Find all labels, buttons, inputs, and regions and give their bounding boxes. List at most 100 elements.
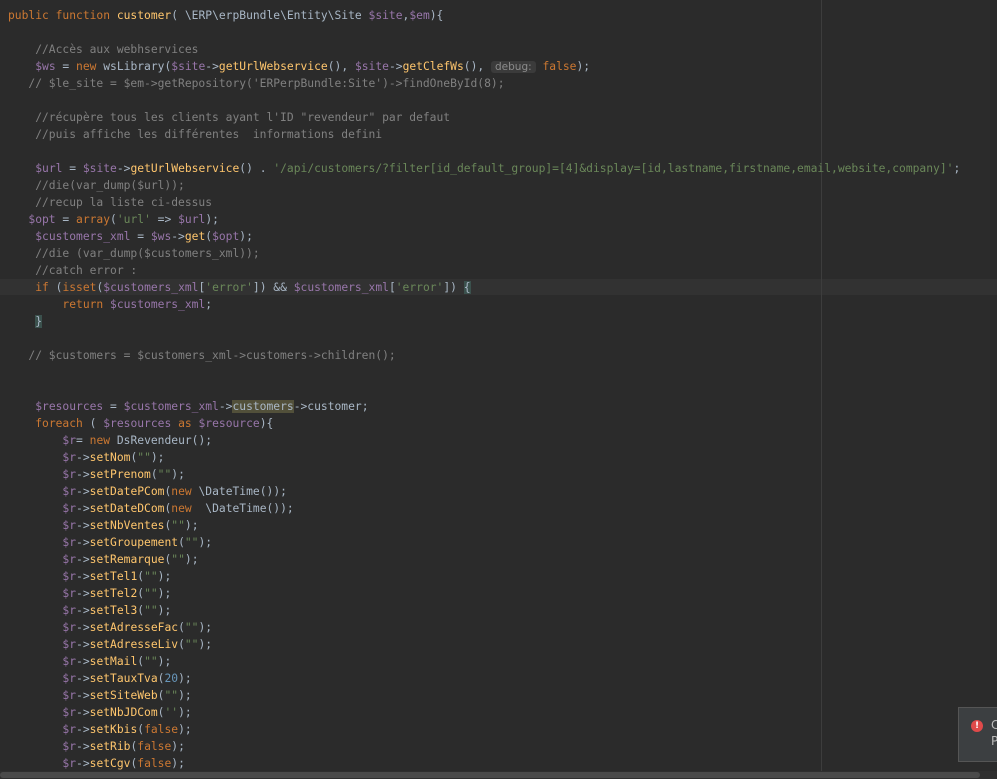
code-token: $site (354, 60, 389, 73)
code-token: $r (62, 689, 77, 702)
code-token: $r (62, 621, 77, 634)
code-token: $r (62, 604, 77, 617)
horizontal-scrollbar[interactable] (0, 771, 997, 779)
code-line[interactable]: $ws = new wsLibrary($site->getUrlWebserv… (8, 58, 590, 75)
code-token: $r (62, 672, 77, 685)
code-line[interactable]: // $le_site = $em->getRepository('ERPerp… (8, 75, 505, 92)
code-token: -> (388, 60, 403, 73)
parameter-hint: debug: (491, 61, 536, 73)
code-line[interactable]: //récupère tous les clients ayant l'ID "… (8, 109, 450, 126)
code-token: = (62, 162, 83, 175)
code-line[interactable]: $r->setNom(""); (8, 449, 164, 466)
horizontal-scroll-thumb[interactable] (0, 772, 980, 778)
code-token: // $le_site = $em->getRepository('ERPerp… (8, 77, 505, 90)
code-line[interactable]: //puis affiche les différentes informati… (8, 126, 382, 143)
code-token: setCgv (89, 757, 131, 770)
code-line[interactable]: $resources = $customers_xml->customers->… (8, 398, 369, 415)
code-token: ]) (443, 281, 464, 294)
code-line[interactable]: //die(var_dump($url)); (8, 177, 185, 194)
code-token: -> (76, 655, 90, 668)
code-token: -> (76, 706, 90, 719)
code-token: setGroupement (89, 536, 179, 549)
code-token: ); (178, 706, 192, 719)
code-line[interactable]: $r->setTel1(""); (8, 568, 171, 585)
code-token: = (76, 434, 90, 447)
code-token: ); (171, 468, 185, 481)
code-token: -> (76, 757, 90, 770)
code-line[interactable]: $r->setRemarque(""); (8, 551, 199, 568)
code-line[interactable]: $r->setTauxTva(20); (8, 670, 192, 687)
code-token: () . (239, 162, 274, 175)
code-token: ); (178, 672, 192, 685)
code-token: $r (62, 434, 77, 447)
code-line[interactable]: $r->setDateDCom(new \DateTime()); (8, 500, 293, 517)
code-line[interactable]: $r->setMail(""); (8, 653, 171, 670)
code-line[interactable]: $r->setSiteWeb(""); (8, 687, 191, 704)
code-line[interactable]: //recup la liste ci-dessus (8, 194, 212, 211)
code-token: setAdresseFac (89, 621, 179, 634)
code-line[interactable]: $r->setDatePCom(new \DateTime()); (8, 483, 287, 500)
code-token: "" (164, 689, 179, 702)
code-token: '' (164, 706, 179, 719)
code-line[interactable]: $opt = array('url' => $url); (8, 211, 219, 228)
code-line[interactable]: $r->setCgv(false); (8, 755, 184, 772)
code-line[interactable]: $r= new DsRevendeur(); (8, 432, 212, 449)
code-editor[interactable]: public function customer( \ERP\erpBundle… (0, 0, 997, 779)
code-token: ->customer; (293, 400, 369, 413)
code-line[interactable]: foreach ( $resources as $resource){ (8, 415, 273, 432)
code-line[interactable]: public function customer( \ERP\erpBundle… (8, 7, 443, 24)
error-notification[interactable]: ! C P (958, 707, 997, 762)
code-line[interactable]: $customers_xml = $ws->get($opt); (8, 228, 253, 245)
code-line[interactable]: //catch error : (8, 262, 137, 279)
code-line[interactable]: $r->setRib(false); (8, 738, 184, 755)
code-token: ); (184, 553, 199, 566)
code-line[interactable]: // $customers = $customers_xml->customer… (8, 347, 396, 364)
code-line[interactable]: $r->setGroupement(""); (8, 534, 212, 551)
code-line[interactable]: $r->setTel3(""); (8, 602, 171, 619)
code-token: ){ (429, 9, 444, 22)
code-token: DsRevendeur(); (116, 434, 213, 447)
code-token: $r (62, 638, 77, 651)
code-line[interactable]: $url = $site->getUrlWebservice() . '/api… (8, 160, 960, 177)
code-token: "" (144, 655, 158, 668)
code-line[interactable]: $r->setAdresseFac(""); (8, 619, 212, 636)
code-line[interactable]: } (8, 313, 43, 330)
code-token: $customers_xml (293, 281, 389, 294)
code-token: -> (76, 604, 90, 617)
code-token: ( (82, 417, 104, 430)
code-token: $r (62, 655, 77, 668)
code-token: setAdresseLiv (89, 638, 179, 651)
code-line[interactable]: $r->setNbVentes(""); (8, 517, 198, 534)
code-token: -> (76, 519, 90, 532)
code-token: -> (116, 162, 131, 175)
code-token: // $customers = $customers_xml->customer… (8, 349, 396, 362)
code-line[interactable]: $r->setTel2(""); (8, 585, 171, 602)
code-line[interactable]: return $customers_xml; (8, 296, 212, 313)
code-line[interactable]: //die (var_dump($customers_xml)); (8, 245, 259, 262)
code-token: $r (62, 502, 77, 515)
code-line[interactable]: if (isset($customers_xml['error']) && $c… (8, 279, 471, 296)
code-line[interactable]: //Accès aux webhservices (8, 41, 198, 58)
code-token: setRib (89, 740, 131, 753)
code-line[interactable]: $r->setPrenom(""); (8, 466, 185, 483)
code-token: (), (463, 60, 491, 73)
code-line[interactable]: $r->setKbis(false); (8, 721, 191, 738)
code-token: return (62, 298, 111, 311)
code-token: setTel1 (89, 570, 138, 583)
code-token: ( (48, 281, 63, 294)
code-line[interactable]: $r->setNbJDCom(''); (8, 704, 192, 721)
code-token: $r (62, 740, 77, 753)
code-line[interactable]: $r->setAdresseLiv(""); (8, 636, 212, 653)
code-token: $r (62, 536, 77, 549)
